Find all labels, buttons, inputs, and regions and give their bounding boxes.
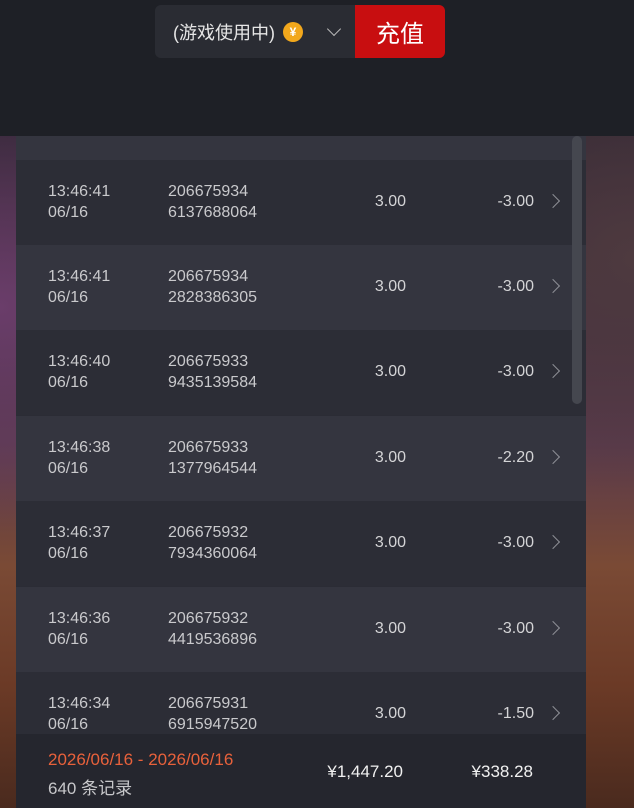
chevron-down-icon[interactable]	[326, 21, 342, 37]
top-bar: (游戏使用中) ¥ 充值	[0, 0, 634, 136]
coin-icon: ¥	[283, 21, 303, 42]
record-result: -1.50	[497, 705, 534, 722]
record-row[interactable]: 13:46:36 06/16 206675932 4419536896 3.00 -…	[16, 587, 586, 672]
total-amount: ¥1,447.20	[327, 762, 403, 781]
scrollbar[interactable]	[572, 136, 582, 404]
chevron-right-icon[interactable]	[545, 363, 561, 379]
record-row[interactable]: 13:46:41 06/16 206675934 6137688064 3.00 -…	[16, 160, 586, 245]
chevron-right-icon[interactable]	[545, 705, 561, 721]
date-range[interactable]: 2026/06/16 - 2026/06/16	[48, 750, 233, 770]
record-result: -3.00	[497, 193, 534, 210]
record-amount: 3.00	[374, 705, 406, 722]
record-time: 13:46:36 06/16	[48, 610, 111, 648]
record-amount: 3.00	[374, 363, 406, 380]
partial-row	[16, 136, 586, 160]
record-result: -3.00	[497, 534, 534, 551]
record-result: -3.00	[497, 363, 534, 380]
record-order-id: 206675932 7934360064	[168, 524, 257, 562]
record-time: 13:46:38 06/16	[48, 439, 111, 477]
chevron-right-icon[interactable]	[545, 449, 561, 465]
record-amount: 3.00	[374, 278, 406, 295]
chevron-right-icon[interactable]	[545, 193, 561, 209]
record-time: 13:46:41 06/16	[48, 268, 111, 306]
record-order-id: 206675933 9435139584	[168, 353, 257, 391]
record-row[interactable]: 13:46:41 06/16 206675934 2828386305 3.00 -…	[16, 245, 586, 330]
wallet-label: (游戏使用中)	[173, 22, 275, 43]
record-count: 640 条记录	[48, 779, 133, 798]
records-panel[interactable]: 13:46:41 06/16 206675934 6137688064 3.00 -…	[16, 136, 586, 808]
summary-footer: 2026/06/16 - 2026/06/16 640 条记录 ¥1,447.2…	[16, 734, 586, 808]
record-time: 13:46:37 06/16	[48, 524, 111, 562]
record-order-id: 206675934 2828386305	[168, 268, 257, 306]
wallet-selector[interactable]: (游戏使用中) ¥	[155, 5, 355, 58]
record-amount: 3.00	[374, 534, 406, 551]
record-result: -3.00	[497, 620, 534, 637]
record-result: -2.20	[497, 449, 534, 466]
record-row[interactable]: 13:46:37 06/16 206675932 7934360064 3.00 -…	[16, 501, 586, 586]
chevron-right-icon[interactable]	[545, 620, 561, 636]
record-amount: 3.00	[374, 620, 406, 637]
total-result: ¥338.28	[471, 762, 533, 781]
record-row[interactable]: 13:46:38 06/16 206675933 1377964544 3.00 -…	[16, 416, 586, 501]
recharge-button[interactable]: 充值	[355, 5, 445, 58]
record-result: -3.00	[497, 278, 534, 295]
record-time: 13:46:40 06/16	[48, 353, 111, 391]
record-order-id: 206675933 1377964544	[168, 439, 257, 477]
record-row[interactable]: 13:46:40 06/16 206675933 9435139584 3.00 -…	[16, 330, 586, 415]
chevron-right-icon[interactable]	[545, 278, 561, 294]
record-order-id: 206675932 4419536896	[168, 610, 257, 648]
record-time: 13:46:41 06/16	[48, 183, 111, 221]
record-amount: 3.00	[374, 449, 406, 466]
record-order-id: 206675934 6137688064	[168, 183, 257, 221]
chevron-right-icon[interactable]	[545, 534, 561, 550]
record-order-id: 206675931 6915947520	[168, 695, 257, 733]
record-amount: 3.00	[374, 193, 406, 210]
record-time: 13:46:34 06/16	[48, 695, 111, 733]
